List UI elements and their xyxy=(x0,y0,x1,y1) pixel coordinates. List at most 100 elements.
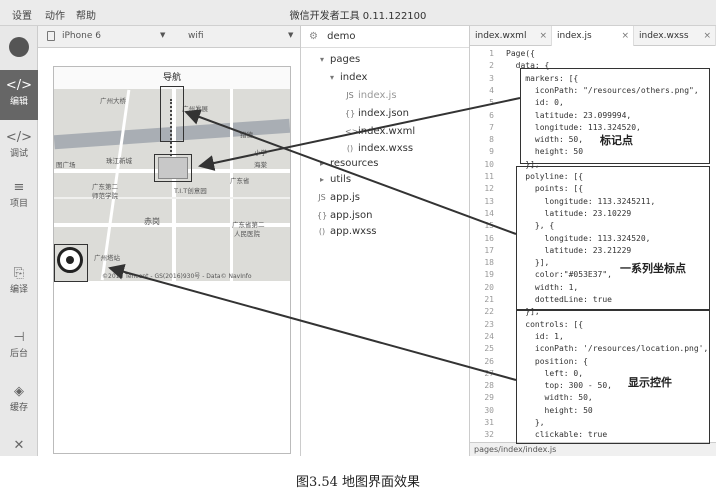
folder-icon: ▾ xyxy=(319,55,324,64)
network-select[interactable]: wifi xyxy=(188,31,204,41)
js-file-icon: JS xyxy=(318,193,326,202)
sidebar-item-backend[interactable]: ⊣ 后台 xyxy=(0,322,38,372)
debug-icon: </> xyxy=(5,130,33,145)
tab-index-wxml[interactable]: index.wxml × xyxy=(470,26,552,46)
layers-icon: ◈ xyxy=(14,384,24,399)
annotation-box-polyline xyxy=(516,166,710,310)
map-label: 赤岗 xyxy=(144,217,160,226)
json-file-icon: {} xyxy=(345,109,356,118)
file-explorer: ⚙ demo ▾ pages ▾ index JS index.js {} index.… xyxy=(300,26,470,456)
line-number: 21 xyxy=(484,295,494,304)
tree-item-app-wxss[interactable]: () app.wxss xyxy=(317,226,377,237)
line-number: 20 xyxy=(484,282,494,292)
line-number: 29 xyxy=(484,393,494,403)
tree-item-index-json[interactable]: {} index.json xyxy=(345,108,409,119)
annotation-box-polyline-map xyxy=(160,86,184,142)
compile-icon: ⎘ xyxy=(13,266,25,281)
tree-item-utils[interactable]: ▸ utils xyxy=(317,174,351,185)
map-label: 广州塔站 xyxy=(94,254,120,262)
close-icon[interactable]: × xyxy=(621,26,629,46)
map-label: 图广场 xyxy=(56,161,76,169)
annotation-label-polyline: 一系列坐标点 xyxy=(620,262,686,275)
line-number: 9 xyxy=(489,147,494,157)
map-label: 珠江新城 xyxy=(106,157,132,165)
line-number: 1 xyxy=(489,49,494,58)
window-title: 微信开发者工具 0.11.122100 xyxy=(289,11,427,22)
sidebar-item-project[interactable]: ≡ 项目 xyxy=(0,172,38,222)
line-number: 2 xyxy=(489,61,494,71)
sidebar-item-close[interactable]: ✕ xyxy=(0,430,38,456)
close-icon: ✕ xyxy=(13,438,25,453)
line-number: 8 xyxy=(489,135,494,145)
line-number: 10 xyxy=(484,159,494,169)
editor-tabs: index.wxml × index.js × index.wxss × xyxy=(470,26,716,46)
wxml-file-icon: <> xyxy=(345,127,359,136)
line-number: 17 xyxy=(484,245,494,255)
sidebar-item-label: 后台 xyxy=(9,349,28,359)
close-icon[interactable]: × xyxy=(539,26,547,46)
tab-index-js[interactable]: index.js × xyxy=(552,26,634,46)
map-road xyxy=(230,89,233,281)
sidebar-item-label: 编译 xyxy=(9,285,28,295)
sidebar-item-cache[interactable]: ◈ 缓存 xyxy=(0,376,38,426)
avatar[interactable] xyxy=(9,37,29,57)
project-header: ⚙ demo xyxy=(301,26,469,48)
line-number: 7 xyxy=(489,122,494,132)
tree-item-resources[interactable]: ▸ resources xyxy=(317,158,378,169)
folder-icon: ▸ xyxy=(319,175,324,184)
line-number: 3 xyxy=(489,73,494,83)
wxss-file-icon: () xyxy=(318,227,326,236)
title-bar: 设置 动作 帮助 微信开发者工具 0.11.122100 xyxy=(0,0,716,26)
wxss-file-icon: () xyxy=(346,144,354,153)
device-select[interactable]: iPhone 6 xyxy=(62,31,101,41)
line-number: 31 xyxy=(484,418,494,427)
left-sidebar: </> 编辑 </> 调试 ≡ 项目 ⎘ 编译 ⊣ 后台 ◈ 缓存 ✕ xyxy=(0,26,38,456)
line-number: 32 xyxy=(484,430,494,440)
line-number: 24 xyxy=(484,331,494,341)
line-number: 11 xyxy=(484,172,494,181)
line-number: 16 xyxy=(484,233,494,243)
tree-item-app-js[interactable]: JS app.js xyxy=(317,192,360,203)
map-label: 猎德 xyxy=(240,131,253,139)
map-label: 广州发展 xyxy=(182,105,208,113)
annotation-box-controls xyxy=(516,310,710,444)
folder-icon: ▾ xyxy=(329,73,334,82)
tree-item-app-json[interactable]: {} app.json xyxy=(317,210,372,221)
sidebar-item-label: 调试 xyxy=(9,149,28,159)
chevron-down-icon[interactable]: ▼ xyxy=(288,31,293,39)
phone-icon xyxy=(47,31,55,41)
tree-item-index-js[interactable]: JS index.js xyxy=(345,90,396,101)
json-file-icon: {} xyxy=(317,211,328,220)
device-toolbar: iPhone 6 ▼ wifi ▼ xyxy=(38,26,300,48)
tree-item-pages[interactable]: ▾ pages xyxy=(317,54,360,65)
sidebar-item-debug[interactable]: </> 调试 xyxy=(0,122,38,172)
line-number-gutter: 1 2 3 4 5 6 7 8 9 10 11 12 13 14 15 16 17 18 19 20 21 22 23 24 2… xyxy=(470,46,498,452)
sidebar-item-label: 缓存 xyxy=(9,403,28,413)
annotation-box-control-map xyxy=(54,244,88,282)
line-number: 23 xyxy=(484,319,494,329)
project-name: demo xyxy=(327,31,356,42)
chevron-down-icon[interactable]: ▼ xyxy=(160,31,165,39)
map-label: 小学 xyxy=(254,149,267,157)
sidebar-item-compile[interactable]: ⎘ 编译 xyxy=(0,258,38,308)
line-number: 28 xyxy=(484,381,494,391)
line-number: 13 xyxy=(484,196,494,206)
line-number: 25 xyxy=(484,344,494,354)
map-label: T.I.T创意园 xyxy=(174,187,207,195)
tree-item-index-wxml[interactable]: <>index.wxml xyxy=(345,126,415,137)
sidebar-item-edit[interactable]: </> 编辑 xyxy=(0,70,38,120)
close-icon[interactable]: × xyxy=(703,26,711,46)
folder-icon: ▸ xyxy=(319,159,324,168)
js-file-icon: JS xyxy=(346,91,354,100)
tree-item-index-wxss[interactable]: () index.wxss xyxy=(345,143,413,154)
annotation-box-markers xyxy=(520,68,710,164)
annotation-label-markers: 标记点 xyxy=(600,134,633,147)
file-path-status: pages/index/index.js xyxy=(470,442,716,456)
line-number: 27 xyxy=(484,368,494,378)
line-number: 12 xyxy=(484,184,494,194)
line-number: 22 xyxy=(484,307,494,317)
tab-index-wxss[interactable]: index.wxss × xyxy=(634,26,716,46)
backend-icon: ⊣ xyxy=(13,330,25,345)
tree-item-index-folder[interactable]: ▾ index xyxy=(327,72,367,83)
code-line: Page({ xyxy=(506,49,535,58)
